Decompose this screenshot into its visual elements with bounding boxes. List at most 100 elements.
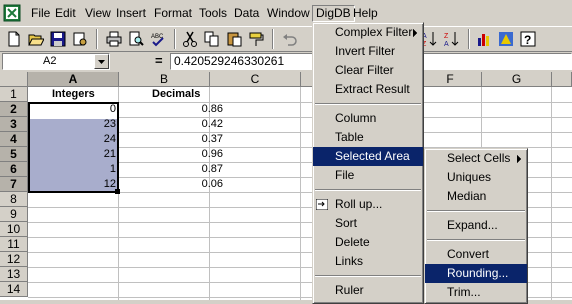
select-all-corner[interactable] [0, 72, 28, 87]
menu-window[interactable]: Window [264, 5, 313, 22]
menu-item-rounding[interactable]: Rounding... [425, 264, 527, 283]
row-header[interactable]: 12 [0, 252, 28, 267]
selection-border [28, 102, 119, 193]
save-icon[interactable] [48, 29, 68, 49]
print-icon[interactable] [104, 29, 124, 49]
column-header-g[interactable]: G [482, 72, 552, 87]
formula-equals: = [155, 53, 163, 68]
row-header[interactable]: 13 [0, 267, 28, 282]
menu-item-ruler[interactable]: Ruler [313, 29, 423, 300]
cell-decimal[interactable]: 0.06 [119, 177, 225, 192]
menu-item-select-cells[interactable]: Select Cells [425, 149, 527, 168]
menu-item-roll-up[interactable]: Roll up... [313, 195, 423, 214]
menu-item-median[interactable]: Median [425, 155, 527, 206]
toolbar-separator [174, 29, 176, 49]
menu-help[interactable]: Help [350, 5, 381, 22]
menu-item-trim[interactable]: Trim... [425, 283, 527, 302]
name-box-dropdown[interactable] [94, 54, 109, 69]
menu-item-clear-filter[interactable]: Clear Filter [313, 61, 423, 80]
menu-item-uniques[interactable]: Uniques [425, 155, 527, 187]
menu-item-extract-result[interactable]: Extract Result [313, 29, 423, 99]
menu-item-complex-filter[interactable]: Complex Filter [313, 23, 423, 42]
menu-format[interactable]: Format [151, 5, 195, 22]
roll-up-icon [316, 199, 328, 210]
chevron-down-icon [98, 59, 105, 64]
menu-separator [315, 189, 421, 191]
menu-insert[interactable]: Insert [113, 5, 149, 22]
menu-separator [427, 239, 525, 241]
gridline [300, 87, 301, 300]
fill-handle[interactable] [115, 189, 120, 194]
menu-digdb[interactable]: DigDB [312, 5, 355, 22]
row-header[interactable]: 9 [0, 207, 28, 222]
menu-separator [315, 103, 421, 105]
menu-item-table[interactable]: Table [313, 29, 423, 147]
permission-icon[interactable] [70, 29, 90, 49]
column-header-a[interactable]: A [28, 72, 119, 87]
row-header[interactable]: 14 [0, 282, 28, 297]
column-header-c[interactable]: C [210, 72, 301, 87]
row-header[interactable]: 3 [0, 117, 28, 132]
menu-item-expand[interactable]: Expand... [425, 216, 527, 235]
cell-decimal[interactable]: 0.37 [119, 132, 225, 147]
menu-item-links[interactable]: Links [313, 29, 423, 271]
menu-item-file[interactable]: File [313, 29, 423, 185]
menu-item-sort[interactable]: Sort [313, 29, 423, 233]
menu-item-column[interactable]: Column [313, 29, 423, 128]
excel-app-icon[interactable] [3, 4, 21, 22]
menu-file[interactable]: File [28, 5, 53, 22]
row-header[interactable]: 10 [0, 222, 28, 237]
toolbar-separator [272, 29, 274, 49]
cut-icon[interactable] [180, 29, 200, 49]
cell-decimal[interactable]: 0.42 [119, 117, 225, 132]
row-header[interactable]: 1 [0, 87, 28, 102]
format-painter-icon[interactable] [246, 29, 266, 49]
undo-icon[interactable] [280, 29, 300, 49]
column-header-f[interactable]: F [419, 72, 482, 87]
spelling-icon[interactable]: ABC [148, 29, 168, 49]
menu-edit[interactable]: Edit [52, 5, 79, 22]
toolbar-separator [96, 29, 98, 49]
paste-icon[interactable] [224, 29, 244, 49]
menu-separator [427, 210, 525, 212]
row-header[interactable]: 6 [0, 162, 28, 177]
sort-descending-icon[interactable]: ZA [442, 29, 462, 49]
menu-tools[interactable]: Tools [196, 5, 230, 22]
copy-icon[interactable] [202, 29, 222, 49]
cell-header-decimals[interactable]: Decimals [150, 87, 202, 102]
drawing-icon[interactable] [496, 29, 516, 49]
cell-decimal[interactable]: 0.96 [119, 147, 225, 162]
menu-view[interactable]: View [82, 5, 114, 22]
open-folder-icon[interactable] [26, 29, 46, 49]
cell-decimal[interactable]: 0.86 [119, 102, 225, 117]
print-preview-icon[interactable] [126, 29, 146, 49]
name-box[interactable]: A2 [2, 53, 110, 70]
digdb-menu: Complex Filter Invert Filter Clear Filte… [312, 22, 424, 304]
menu-data[interactable]: Data [231, 5, 262, 22]
gridline [551, 87, 552, 300]
row-header[interactable]: 11 [0, 237, 28, 252]
row-header[interactable]: 7 [0, 177, 28, 192]
help-icon[interactable]: ? [518, 29, 538, 49]
row-header[interactable]: 8 [0, 192, 28, 207]
cell-decimal[interactable]: 0.87 [119, 162, 225, 177]
toolbar-separator [468, 29, 470, 49]
menu-item-delete[interactable]: Delete [313, 29, 423, 252]
menu-separator [315, 275, 421, 277]
new-document-icon[interactable] [4, 29, 24, 49]
menu-item-selected-area[interactable]: Selected Area [313, 29, 423, 166]
svg-text:Z: Z [444, 33, 449, 40]
submenu-arrow-icon [517, 155, 521, 163]
row-header[interactable]: 4 [0, 132, 28, 147]
menu-item-invert-filter[interactable]: Invert Filter [313, 42, 423, 61]
submenu-arrow-icon [413, 29, 417, 37]
cell-header-integers[interactable]: Integers [50, 87, 97, 102]
row-header[interactable]: 2 [0, 102, 28, 117]
selected-area-submenu: Select Cells Uniques Median Expand... Co… [424, 148, 528, 304]
column-header-b[interactable]: B [119, 72, 210, 87]
column-header-h[interactable] [552, 72, 572, 87]
menu-item-convert[interactable]: Convert [425, 155, 527, 264]
svg-text:?: ? [524, 33, 531, 47]
chart-wizard-icon[interactable] [474, 29, 494, 49]
row-header[interactable]: 5 [0, 147, 28, 162]
